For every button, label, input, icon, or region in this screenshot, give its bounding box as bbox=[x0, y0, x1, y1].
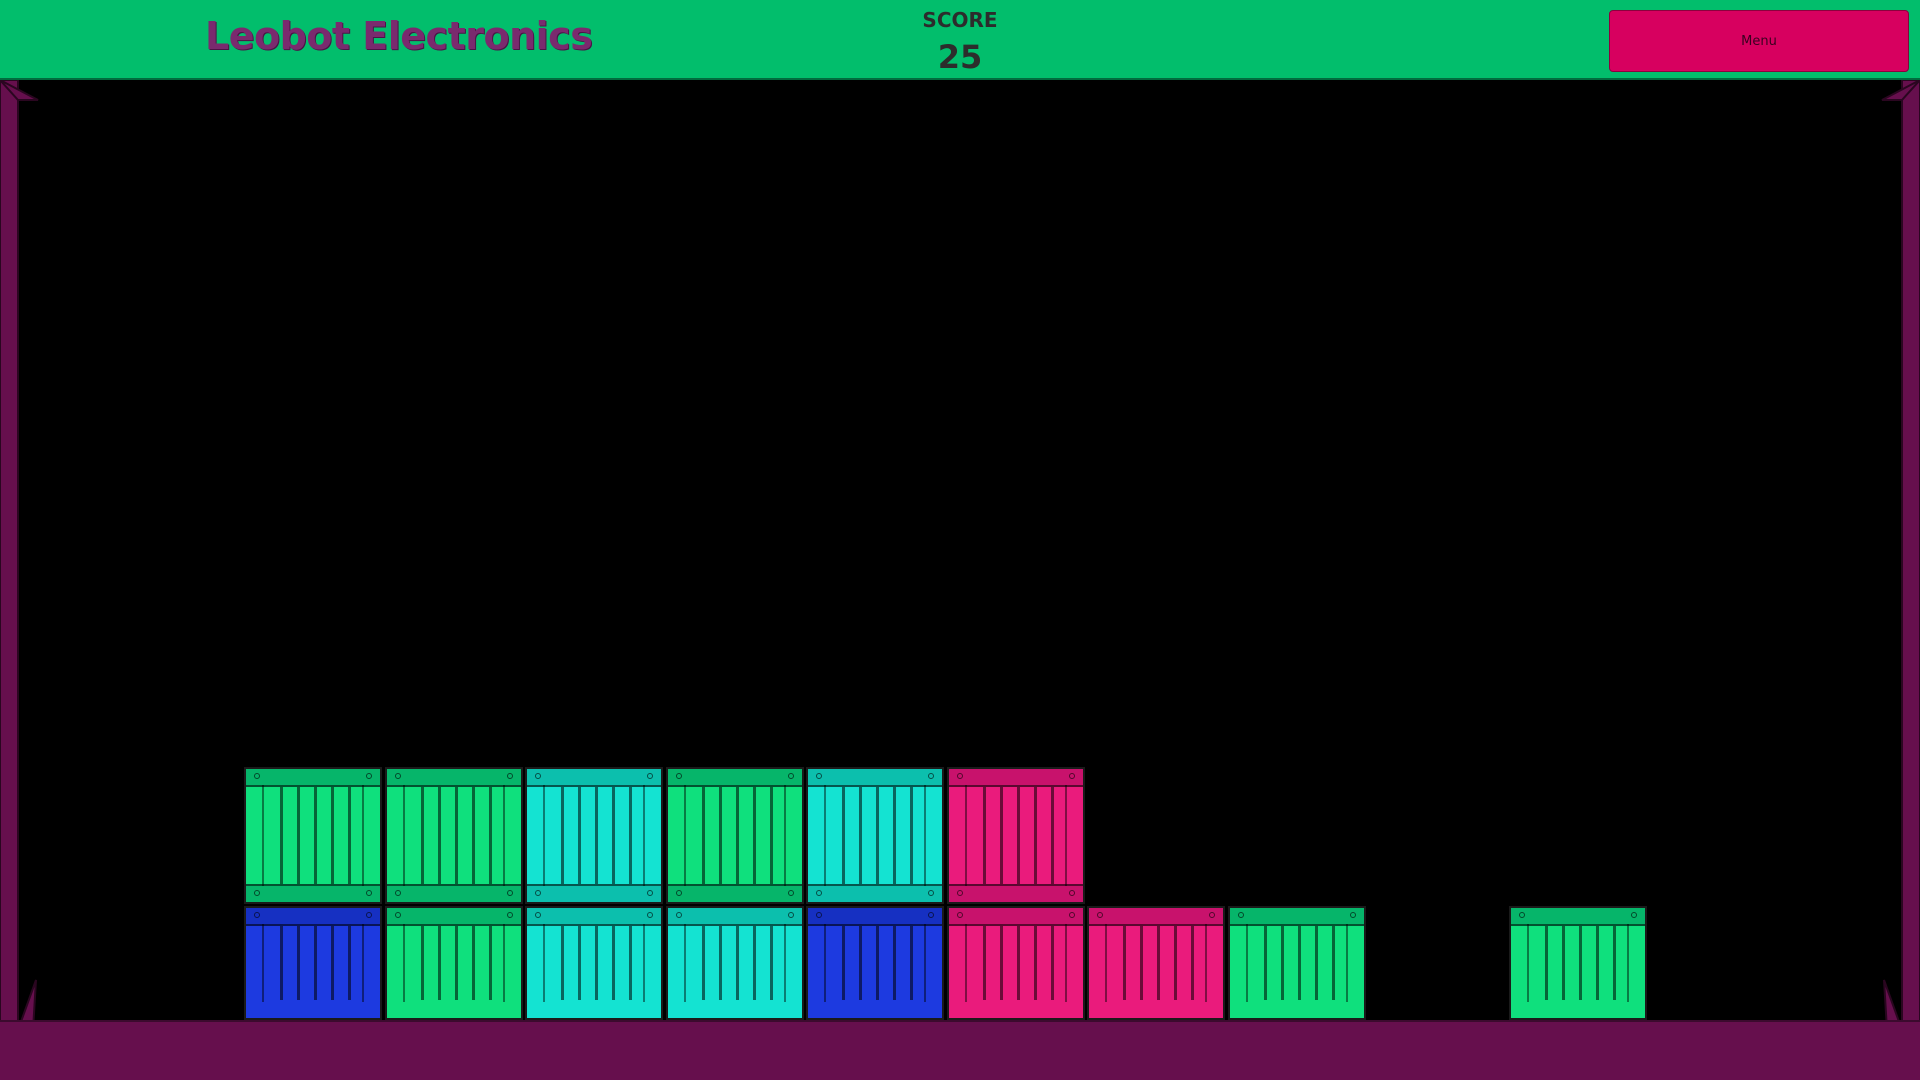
crate-top-cyan bbox=[806, 767, 944, 904]
crate-top-magenta bbox=[947, 767, 1085, 904]
crate-bottom-blue bbox=[244, 906, 382, 1020]
crate-bottom-cyan bbox=[666, 906, 804, 1020]
crate-bottom-magenta bbox=[1087, 906, 1225, 1020]
crate-bottom-cyan bbox=[525, 906, 663, 1020]
crate-bottom-green bbox=[1228, 906, 1366, 1020]
crate-top-cyan bbox=[525, 767, 663, 904]
crate-top-green bbox=[666, 767, 804, 904]
crate-bottom-magenta bbox=[947, 906, 1085, 1020]
crate-top-green bbox=[385, 767, 523, 904]
crate-top-green bbox=[244, 767, 382, 904]
crate-bottom-green bbox=[1509, 906, 1647, 1020]
crate-stack bbox=[0, 0, 1920, 1080]
crate-bottom-blue bbox=[806, 906, 944, 1020]
crate-bottom-green bbox=[385, 906, 523, 1020]
